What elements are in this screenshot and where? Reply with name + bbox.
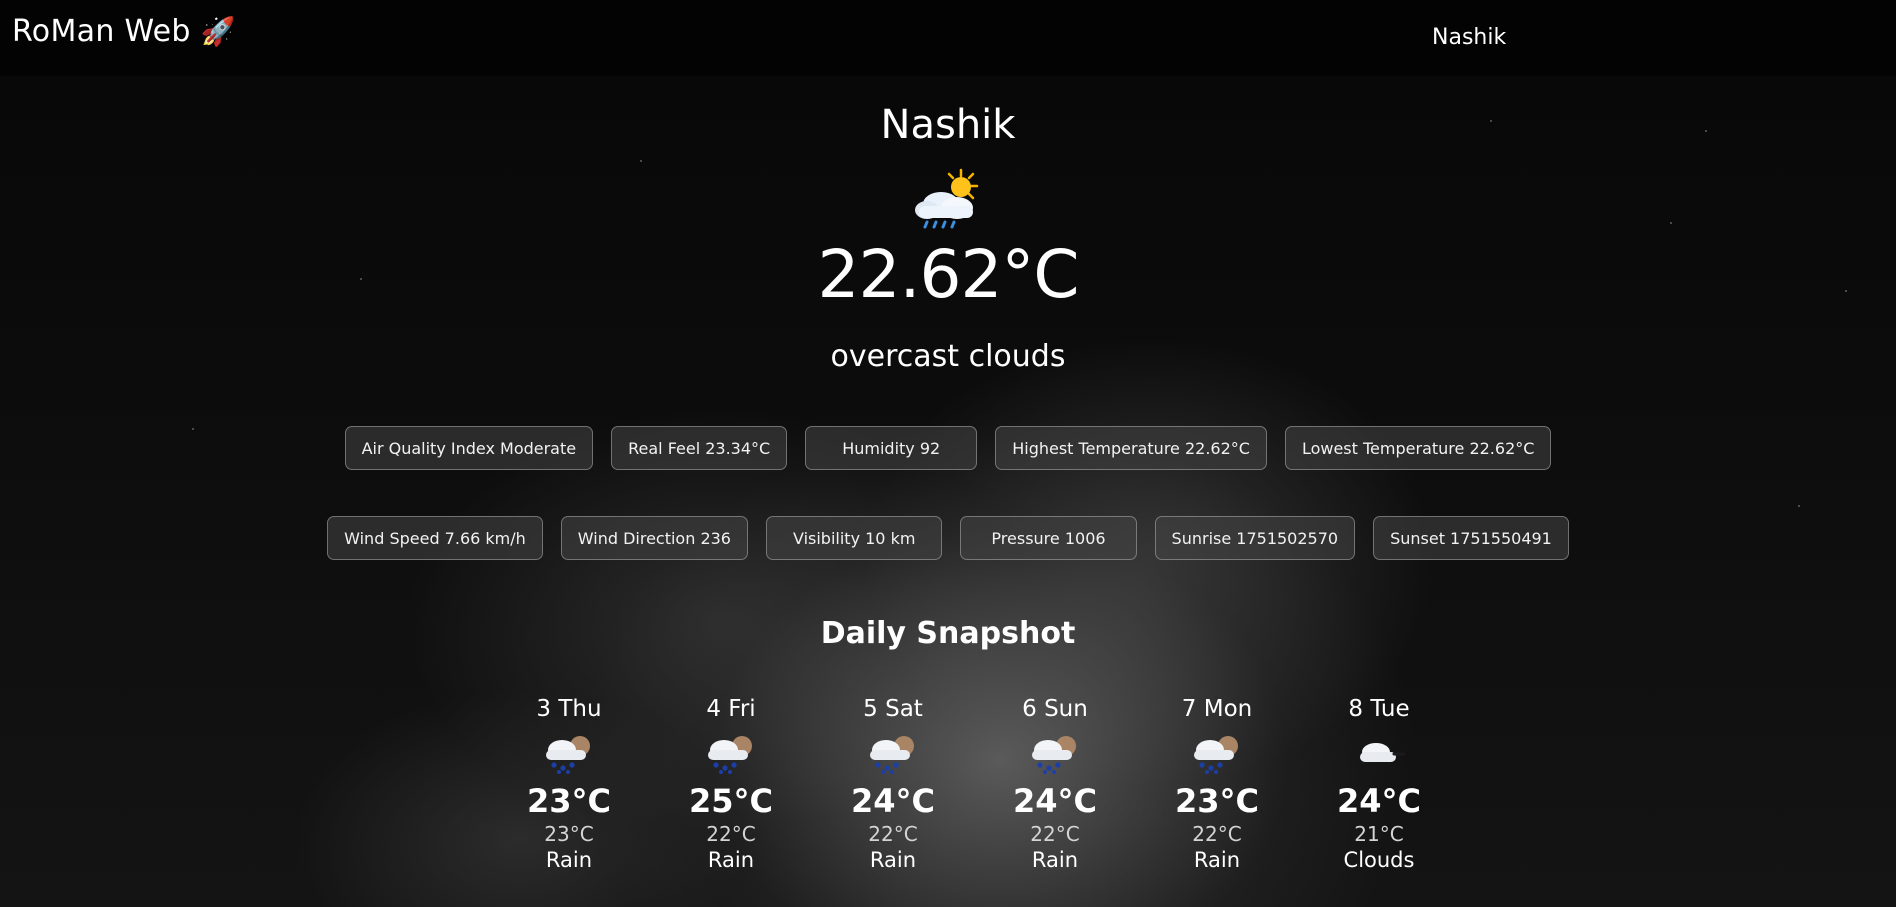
forecast-max-temp: 24°C	[1012, 782, 1097, 820]
lowest-temperature-chip: Lowest Temperature 22.62°C	[1284, 426, 1552, 470]
city-search	[1420, 16, 1880, 58]
forecast-day: 8 Tue 24°C 21°C Clouds	[1298, 696, 1460, 872]
forecast-min-temp: 22°C	[1192, 822, 1242, 846]
humidity-chip: Humidity 92	[805, 426, 978, 470]
rain-icon	[870, 736, 914, 774]
forecast-day: 6 Sun 24°C 22°C Rain	[974, 696, 1136, 872]
brand-title: RoMan Web	[12, 14, 191, 49]
forecast-day-name: 4 Fri	[706, 696, 756, 722]
rain-icon	[708, 736, 752, 774]
air-quality-chip: Air Quality Index Moderate	[344, 426, 594, 470]
navbar: RoMan Web 🚀	[0, 0, 1896, 76]
brand-logo[interactable]: RoMan Web 🚀	[12, 14, 236, 49]
forecast-min-temp: 22°C	[1030, 822, 1080, 846]
sunrise-chip: Sunrise 1751502570	[1154, 516, 1356, 560]
sunset-chip: Sunset 1751550491	[1373, 516, 1569, 560]
daily-forecast: 3 Thu 23°C 23°C Rain 4 Fri 25°C 22°C Rai…	[488, 696, 1460, 872]
rocket-icon: 🚀	[200, 15, 236, 48]
forecast-max-temp: 24°C	[850, 782, 935, 820]
current-temperature: 22.62°C	[817, 236, 1079, 313]
weather-description: overcast clouds	[830, 339, 1066, 374]
visibility-chip: Visibility 10 km	[765, 516, 943, 560]
forecast-min-temp: 21°C	[1354, 822, 1404, 846]
forecast-day-name: 7 Mon	[1181, 696, 1253, 722]
wind-speed-chip: Wind Speed 7.66 km/h	[327, 516, 543, 560]
forecast-day: 5 Sat 24°C 22°C Rain	[812, 696, 974, 872]
forecast-min-temp: 22°C	[868, 822, 918, 846]
rain-icon	[546, 736, 590, 774]
forecast-max-temp: 25°C	[688, 782, 773, 820]
highest-temperature-chip: Highest Temperature 22.62°C	[995, 426, 1267, 470]
weather-details-row-2: Wind Speed 7.66 km/h Wind Direction 236 …	[0, 516, 1896, 560]
forecast-day-name: 8 Tue	[1348, 696, 1410, 722]
forecast-max-temp: 23°C	[526, 782, 611, 820]
rain-icon	[1032, 736, 1076, 774]
forecast-day: 7 Mon 23°C 22°C Rain	[1136, 696, 1298, 872]
forecast-day-name: 3 Thu	[536, 696, 602, 722]
forecast-day: 4 Fri 25°C 22°C Rain	[650, 696, 812, 872]
cloud-icon	[1360, 743, 1406, 762]
forecast-max-temp: 23°C	[1174, 782, 1259, 820]
forecast-min-temp: 23°C	[544, 822, 594, 846]
real-feel-chip: Real Feel 23.34°C	[611, 426, 788, 470]
sun-behind-rain-cloud-icon	[915, 168, 979, 229]
forecast-condition: Rain	[1193, 848, 1241, 872]
forecast-condition: Clouds	[1343, 848, 1415, 872]
pressure-chip: Pressure 1006	[960, 516, 1137, 560]
weather-details-row-1: Air Quality Index Moderate Real Feel 23.…	[0, 426, 1896, 470]
daily-snapshot-title: Daily Snapshot	[820, 616, 1076, 651]
forecast-day-name: 6 Sun	[1022, 696, 1088, 722]
forecast-min-temp: 22°C	[706, 822, 756, 846]
forecast-day: 3 Thu 23°C 23°C Rain	[488, 696, 650, 872]
wind-direction-chip: Wind Direction 236	[560, 516, 748, 560]
forecast-max-temp: 24°C	[1336, 782, 1421, 820]
current-weather: Nashik 22.62°C overcast clouds	[0, 76, 1896, 374]
rain-icon	[1194, 736, 1238, 774]
forecast-condition: Rain	[869, 848, 917, 872]
city-search-input[interactable]	[1420, 17, 1880, 57]
forecast-condition: Rain	[545, 848, 593, 872]
forecast-condition: Rain	[707, 848, 755, 872]
city-name: Nashik	[880, 102, 1016, 148]
forecast-condition: Rain	[1031, 848, 1079, 872]
forecast-day-name: 5 Sat	[863, 696, 923, 722]
